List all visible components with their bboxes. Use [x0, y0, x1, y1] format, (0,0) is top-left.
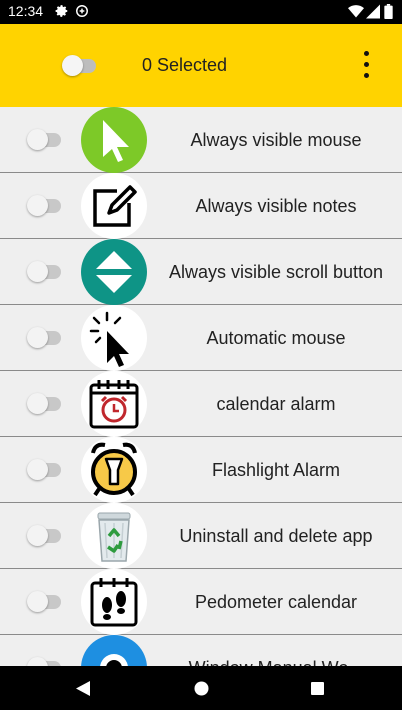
list-item[interactable]: Automatic mouse: [0, 305, 402, 371]
data-saver-icon: [76, 5, 88, 17]
battery-icon: [384, 4, 393, 19]
more-options-icon[interactable]: [356, 48, 376, 82]
auto-click-icon: [81, 305, 147, 371]
selection-header: 0 Selected: [0, 24, 402, 108]
item-toggle[interactable]: [27, 128, 63, 150]
recents-icon[interactable]: [311, 682, 324, 695]
status-time: 12:34: [8, 3, 44, 19]
mouse-pointer-icon: [81, 107, 147, 173]
back-icon[interactable]: [76, 681, 90, 696]
item-label: Pedometer calendar: [194, 592, 358, 612]
wifi-icon: [348, 5, 364, 18]
scroll-arrows-icon: [81, 239, 147, 305]
list-item[interactable]: Always visible mouse: [0, 107, 402, 173]
item-label: Flashlight Alarm: [211, 460, 341, 480]
signal-icon: [366, 4, 380, 19]
settings-gear-icon: [55, 5, 68, 17]
item-toggle[interactable]: [27, 458, 63, 480]
item-label: Always visible mouse: [190, 130, 362, 150]
item-toggle[interactable]: [27, 326, 63, 348]
note-edit-icon: [81, 173, 147, 239]
window-icon: [81, 635, 147, 667]
app-list: Always visible mouse Always visible note…: [0, 107, 402, 667]
item-label: Window Manual Wo...: [150, 635, 402, 667]
item-label: Uninstall and delete app: [179, 526, 373, 546]
item-label: Automatic mouse: [206, 328, 346, 348]
flashlight-alarm-icon: [81, 437, 147, 503]
list-item[interactable]: calendar alarm: [0, 371, 402, 437]
recycle-bin-icon: [81, 503, 147, 569]
item-toggle[interactable]: [27, 260, 63, 282]
item-label: calendar alarm: [216, 394, 336, 414]
navigation-bar: [0, 666, 402, 710]
item-toggle[interactable]: [27, 590, 63, 612]
selected-count: 0 Selected: [142, 55, 228, 75]
item-toggle[interactable]: [27, 194, 63, 216]
pedometer-calendar-icon: [81, 569, 147, 635]
item-label: Always visible scroll button: [168, 262, 384, 282]
item-toggle[interactable]: [27, 524, 63, 546]
item-label: Always visible notes: [195, 196, 357, 216]
list-item[interactable]: Always visible scroll button: [0, 239, 402, 305]
home-icon[interactable]: [194, 681, 209, 696]
list-item[interactable]: Uninstall and delete app: [0, 503, 402, 569]
status-bar: 12:34: [0, 0, 402, 24]
calendar-alarm-icon: [81, 371, 147, 437]
item-toggle[interactable]: [27, 392, 63, 414]
list-item[interactable]: Flashlight Alarm: [0, 437, 402, 503]
list-item[interactable]: Pedometer calendar: [0, 569, 402, 635]
select-all-toggle[interactable]: [62, 54, 98, 76]
list-item[interactable]: Window Manual Wo...: [0, 635, 402, 667]
list-item[interactable]: Always visible notes: [0, 173, 402, 239]
